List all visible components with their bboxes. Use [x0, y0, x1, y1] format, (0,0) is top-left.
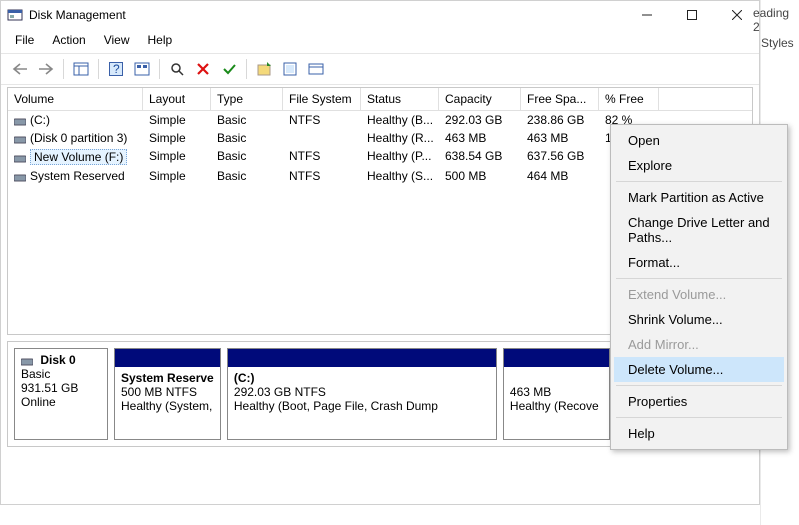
- svg-text:?: ?: [113, 62, 120, 76]
- cell: 638.54 GB: [439, 147, 521, 167]
- partition-color-bar: [504, 349, 609, 367]
- cell: Simple: [143, 167, 211, 185]
- disk-type: Basic: [21, 367, 50, 381]
- context-menu-item[interactable]: Change Drive Letter and Paths...: [614, 210, 784, 250]
- menu-help[interactable]: Help: [146, 31, 175, 49]
- partition-body: 463 MBHealthy (Recove: [504, 367, 609, 439]
- volume-icon: [14, 134, 26, 144]
- context-menu-item[interactable]: Help: [614, 421, 784, 446]
- cell: 463 MB: [439, 129, 521, 147]
- maximize-button[interactable]: [669, 1, 714, 29]
- cell: NTFS: [283, 111, 361, 129]
- cell: 637.56 GB: [521, 147, 599, 167]
- cell: [283, 129, 361, 147]
- cell: System Reserved: [8, 167, 143, 185]
- delete-icon[interactable]: [192, 58, 214, 80]
- menu-file[interactable]: File: [13, 31, 36, 49]
- forward-button[interactable]: [35, 58, 57, 80]
- context-menu-item: Add Mirror...: [614, 332, 784, 357]
- toolbar-action2-icon[interactable]: [279, 58, 301, 80]
- cell: Healthy (S...: [361, 167, 439, 185]
- context-menu-item[interactable]: Shrink Volume...: [614, 307, 784, 332]
- context-menu-item[interactable]: Delete Volume...: [614, 357, 784, 382]
- context-menu: OpenExplore Mark Partition as ActiveChang…: [610, 124, 788, 450]
- cell: Simple: [143, 129, 211, 147]
- cell: New Volume (F:): [8, 147, 143, 167]
- cell: (Disk 0 partition 3): [8, 129, 143, 147]
- volume-icon: [14, 153, 26, 163]
- minimize-button[interactable]: [624, 1, 669, 29]
- window-title: Disk Management: [29, 8, 624, 22]
- back-button[interactable]: [9, 58, 31, 80]
- context-menu-item[interactable]: Properties: [614, 389, 784, 414]
- volume-list-header: Volume Layout Type File System Status Ca…: [8, 88, 752, 111]
- col-filesystem[interactable]: File System: [283, 88, 361, 110]
- refresh-icon[interactable]: [166, 58, 188, 80]
- cell: 500 MB: [439, 167, 521, 185]
- titlebar: Disk Management: [1, 1, 759, 29]
- app-icon: [7, 7, 23, 23]
- toolbar-action3-icon[interactable]: [305, 58, 327, 80]
- col-free-space[interactable]: Free Spa...: [521, 88, 599, 110]
- disk-state: Online: [21, 395, 56, 409]
- menu-view[interactable]: View: [102, 31, 132, 49]
- partition[interactable]: System Reserve500 MB NTFSHealthy (System…: [114, 348, 221, 440]
- context-menu-item[interactable]: Format...: [614, 250, 784, 275]
- check-icon[interactable]: [218, 58, 240, 80]
- toolbar-action1-icon[interactable]: [253, 58, 275, 80]
- cell: Simple: [143, 147, 211, 167]
- context-menu-item: Extend Volume...: [614, 282, 784, 307]
- cell: Simple: [143, 111, 211, 129]
- partition-body: System Reserve500 MB NTFSHealthy (System…: [115, 367, 220, 439]
- help-button[interactable]: ?: [105, 58, 127, 80]
- context-menu-item[interactable]: Mark Partition as Active: [614, 185, 784, 210]
- partition-body: (C:)292.03 GB NTFSHealthy (Boot, Page Fi…: [228, 367, 496, 439]
- partition-color-bar: [228, 349, 496, 367]
- disk-number: Disk 0: [40, 353, 75, 367]
- cell: NTFS: [283, 147, 361, 167]
- context-menu-separator: [616, 417, 782, 418]
- menu-action[interactable]: Action: [50, 31, 87, 49]
- cell: Healthy (P...: [361, 147, 439, 167]
- menubar: File Action View Help: [1, 29, 759, 54]
- col-type[interactable]: Type: [211, 88, 283, 110]
- ribbon-heading-stub: eading 2: [753, 6, 799, 34]
- partition-color-bar: [115, 349, 220, 367]
- context-menu-separator: [616, 278, 782, 279]
- context-menu-separator: [616, 181, 782, 182]
- disk-icon: [21, 356, 33, 366]
- cell: Basic: [211, 147, 283, 167]
- context-menu-item[interactable]: Explore: [614, 153, 784, 178]
- col-volume[interactable]: Volume: [8, 88, 143, 110]
- cell: 463 MB: [521, 129, 599, 147]
- cell: Healthy (B...: [361, 111, 439, 129]
- cell: 292.03 GB: [439, 111, 521, 129]
- col-pct-free[interactable]: % Free: [599, 88, 659, 110]
- ribbon-styles-stub: Styles: [761, 36, 794, 50]
- volume-icon: [14, 116, 26, 126]
- col-layout[interactable]: Layout: [143, 88, 211, 110]
- cell: Basic: [211, 129, 283, 147]
- cell: 238.86 GB: [521, 111, 599, 129]
- settings-button[interactable]: [131, 58, 153, 80]
- toolbar: ?: [1, 54, 759, 85]
- col-capacity[interactable]: Capacity: [439, 88, 521, 110]
- show-hide-tree-button[interactable]: [70, 58, 92, 80]
- cell: Healthy (R...: [361, 129, 439, 147]
- cell: NTFS: [283, 167, 361, 185]
- context-menu-item[interactable]: Open: [614, 128, 784, 153]
- context-menu-separator: [616, 385, 782, 386]
- disk-label[interactable]: Disk 0 Basic 931.51 GB Online: [14, 348, 108, 440]
- disk-size: 931.51 GB: [21, 381, 78, 395]
- volume-icon: [14, 172, 26, 182]
- cell: Basic: [211, 111, 283, 129]
- cell: (C:): [8, 111, 143, 129]
- partition[interactable]: (C:)292.03 GB NTFSHealthy (Boot, Page Fi…: [227, 348, 497, 440]
- col-status[interactable]: Status: [361, 88, 439, 110]
- partition[interactable]: 463 MBHealthy (Recove: [503, 348, 610, 440]
- cell: 464 MB: [521, 167, 599, 185]
- cell: Basic: [211, 167, 283, 185]
